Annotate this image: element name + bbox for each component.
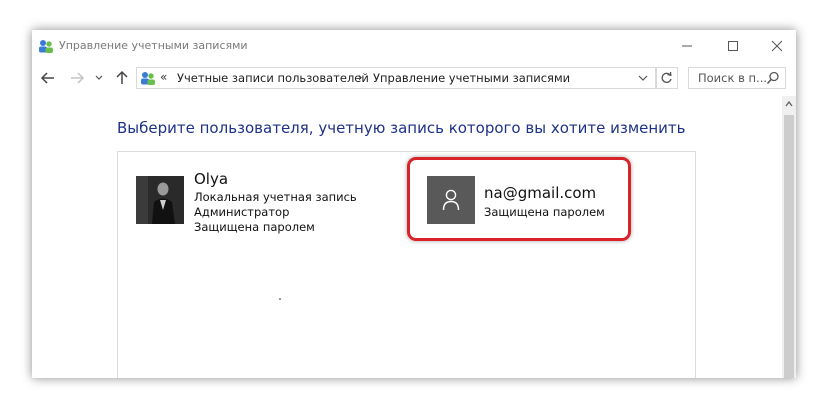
recent-locations-icon [95, 75, 103, 80]
maximize-button[interactable] [710, 30, 756, 60]
address-bar[interactable]: « Учетные записи пользователей › Управле… [136, 67, 656, 89]
accounts-panel: Olya Локальная учетная запись Администра… [117, 151, 696, 378]
avatar[interactable] [136, 176, 184, 224]
avatar[interactable] [427, 176, 475, 224]
chevron-down-icon [638, 75, 648, 81]
up-arrow-icon [116, 70, 128, 84]
account-password-status: Защищена паролем [484, 205, 605, 219]
maximize-icon [728, 41, 738, 51]
refresh-icon [661, 71, 672, 83]
search-input[interactable]: Поиск в п... [688, 67, 786, 89]
decorative-dot [279, 298, 281, 300]
back-button[interactable] [40, 70, 56, 86]
navigation-bar: « Учетные записи пользователей › Управле… [32, 64, 796, 92]
up-button[interactable] [114, 70, 130, 86]
refresh-button[interactable] [656, 67, 678, 89]
account-name[interactable]: na@gmail.com [484, 184, 596, 202]
user-accounts-icon [140, 71, 156, 86]
search-icon [766, 71, 779, 85]
address-dropdown-button[interactable] [633, 67, 653, 89]
close-icon [771, 40, 783, 52]
page-heading: Выберите пользователя, учетную запись ко… [117, 119, 686, 137]
recent-locations-button[interactable] [94, 70, 104, 86]
default-user-icon [442, 189, 460, 211]
breadcrumb-separator[interactable]: › [358, 70, 363, 84]
user-accounts-icon [38, 39, 54, 54]
vertical-scrollbar[interactable] [782, 96, 796, 378]
search-placeholder: Поиск в п... [698, 71, 767, 85]
account-password-status: Защищена паролем [194, 220, 315, 234]
breadcrumb-manage-accounts[interactable]: Управление учетными записями [373, 71, 570, 85]
breadcrumb-overflow[interactable]: « [160, 70, 167, 84]
window: Управление учетными записями « Учетные з… [32, 30, 796, 378]
account-type: Локальная учетная запись [194, 190, 357, 204]
user-photo [136, 176, 184, 224]
scrollbar-thumb[interactable] [784, 115, 794, 378]
account-name[interactable]: Olya [194, 170, 228, 188]
close-button[interactable] [754, 30, 796, 60]
minimize-icon [682, 45, 692, 47]
breadcrumb-user-accounts[interactable]: Учетные записи пользователей [177, 71, 369, 85]
title-bar: Управление учетными записями [32, 30, 796, 62]
back-arrow-icon [40, 72, 54, 84]
minimize-button[interactable] [664, 30, 710, 60]
account-role: Администратор [194, 205, 290, 219]
forward-button[interactable] [69, 70, 85, 86]
forward-arrow-icon [71, 72, 85, 84]
window-title: Управление учетными записями [59, 39, 248, 52]
scroll-up-icon[interactable] [785, 100, 793, 108]
